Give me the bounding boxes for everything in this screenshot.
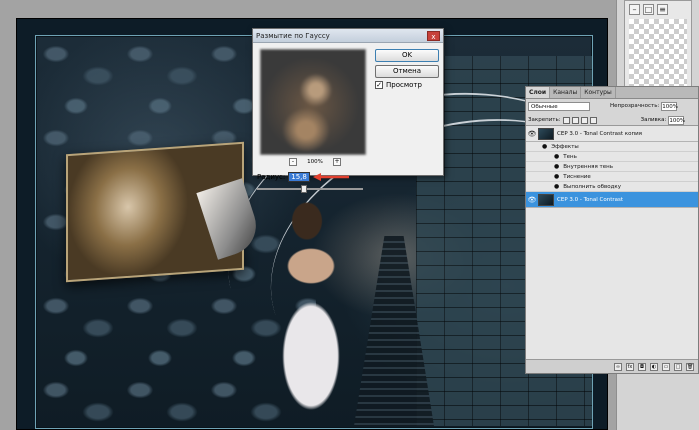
effect-item[interactable]: ● Тень [526, 152, 698, 162]
opacity-label: Непрозрачность: [610, 103, 660, 109]
eye-icon[interactable]: ● [554, 163, 559, 170]
adjustment-layer-icon[interactable]: ◐ [650, 362, 658, 371]
dialog-title: Размытие по Гауссу [256, 31, 330, 40]
tab-paths[interactable]: Контуры [581, 87, 616, 98]
fill-label: Заливка: [640, 117, 667, 123]
add-style-icon[interactable]: fx [626, 362, 634, 371]
eye-icon[interactable]: ● [554, 173, 559, 180]
effect-item[interactable]: ● Выполнить обводку [526, 182, 698, 192]
preview-checkbox-row: ✓ Просмотр [375, 81, 422, 89]
fill-field[interactable]: 100% [668, 115, 685, 125]
eye-icon[interactable]: 👁 [526, 130, 538, 138]
layer-thumbnail [538, 193, 554, 206]
zoom-out-button[interactable]: - [289, 158, 297, 166]
eye-icon[interactable]: ● [554, 153, 559, 160]
slider-thumb[interactable] [301, 185, 307, 193]
effects-label: Эффекты [551, 143, 579, 150]
new-group-icon[interactable]: ▭ [662, 362, 670, 371]
zoom-in-button[interactable]: + [332, 158, 341, 166]
effect-label: Тень [563, 153, 577, 160]
eye-icon[interactable]: ● [542, 143, 547, 150]
layer-name: CEP 3.0 - Tonal Contrast копия [557, 130, 642, 137]
effect-label: Внутренняя тень [563, 163, 613, 170]
woman-figure [241, 186, 361, 426]
effects-group[interactable]: ● Эффекты [526, 142, 698, 152]
photoshop-workspace: – □ ≡ Слои Каналы Контуры Обычные Непроз… [0, 0, 699, 430]
lock-pixels-icon[interactable] [571, 116, 579, 124]
opacity-field[interactable]: 100% [661, 101, 678, 111]
maximize-icon[interactable]: □ [643, 4, 654, 15]
radius-input[interactable]: 15,8 [288, 172, 310, 182]
tab-layers[interactable]: Слои [526, 87, 551, 98]
layer-thumbnail [538, 127, 554, 140]
effect-item[interactable]: ● Внутренняя тень [526, 162, 698, 172]
effect-label: Выполнить обводку [563, 183, 621, 190]
layer-name: CEP 3.0 - Tonal Contrast [557, 196, 624, 203]
layers-panel-tabs: Слои Каналы Контуры [526, 87, 698, 99]
layer-row-selected[interactable]: 👁 CEP 3.0 - Tonal Contrast [526, 192, 698, 208]
cancel-button[interactable]: Отмена [375, 65, 439, 78]
dialog-titlebar[interactable]: Размытие по Гауссу x [253, 29, 443, 43]
zoom-row: - 100% + [289, 158, 341, 166]
radius-row: Радиус: 15,8 [257, 172, 363, 193]
blend-mode-select[interactable]: Обычные [528, 101, 590, 111]
arrow-annotation-icon [312, 173, 349, 181]
effect-item[interactable]: ● Тиснение [526, 172, 698, 182]
lock-label: Закрепить: [528, 117, 561, 123]
minimize-icon[interactable]: – [629, 4, 640, 15]
blur-preview[interactable] [260, 49, 366, 155]
preview-label: Просмотр [386, 81, 422, 89]
close-icon[interactable]: x [427, 30, 440, 41]
layer-list: 👁 CEP 3.0 - Tonal Contrast копия ● Эффек… [526, 125, 698, 359]
gaussian-blur-dialog: Размытие по Гауссу x - 100% + OK Отмена … [252, 28, 444, 176]
tab-channels[interactable]: Каналы [550, 87, 582, 98]
ok-button[interactable]: OK [375, 49, 439, 62]
effect-label: Тиснение [563, 173, 591, 180]
eye-icon[interactable]: 👁 [526, 196, 538, 204]
lock-transparency-icon[interactable] [562, 116, 570, 124]
blend-row: Обычные Непрозрачность: 100% [526, 99, 698, 113]
lock-position-icon[interactable] [580, 116, 588, 124]
delete-layer-icon[interactable]: 🗑 [686, 362, 694, 371]
radius-label: Радиус: [257, 173, 286, 181]
layers-footer: ∞ fx ◘ ◐ ▭ □ 🗑 [526, 359, 698, 373]
panel-menu-icon[interactable]: ≡ [657, 4, 668, 15]
lock-all-icon[interactable] [589, 116, 597, 124]
layer-row[interactable]: 👁 CEP 3.0 - Tonal Contrast копия [526, 126, 698, 142]
zoom-value: 100% [307, 159, 323, 165]
radius-slider[interactable] [257, 185, 363, 193]
slider-track [257, 188, 363, 190]
layers-panel: Слои Каналы Контуры Обычные Непрозрачнос… [525, 86, 699, 374]
new-layer-icon[interactable]: □ [674, 362, 682, 371]
eye-icon[interactable]: ● [554, 183, 559, 190]
link-layers-icon[interactable]: ∞ [614, 362, 622, 371]
preview-checkbox[interactable]: ✓ [375, 81, 383, 89]
add-mask-icon[interactable]: ◘ [638, 362, 646, 371]
